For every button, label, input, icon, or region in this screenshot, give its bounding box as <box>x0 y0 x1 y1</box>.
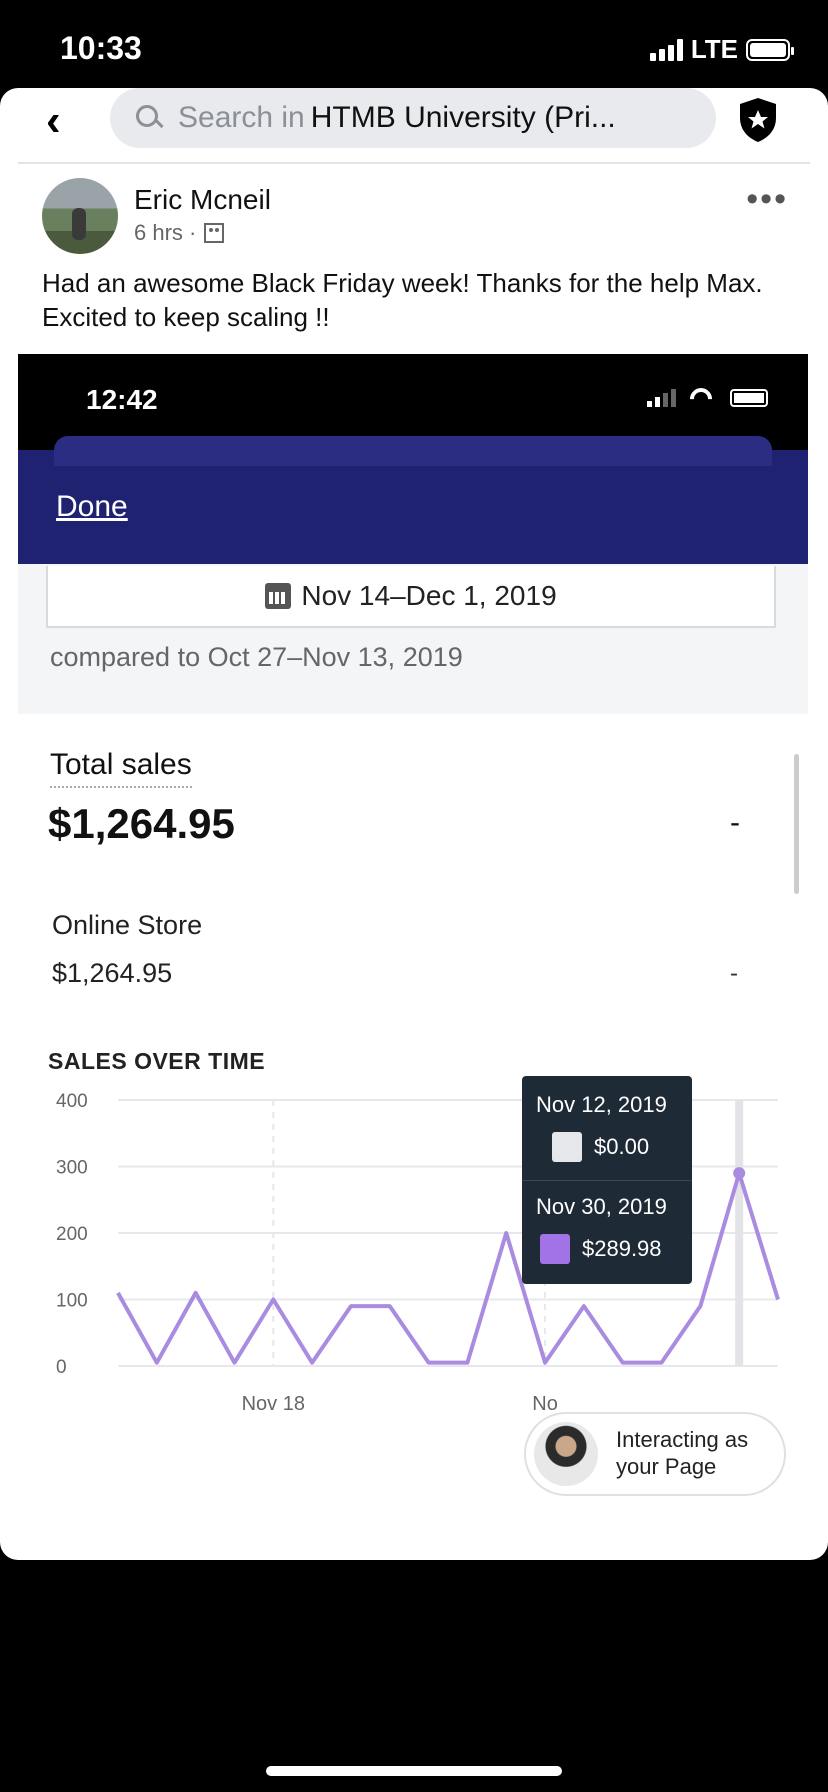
post-meta: 6 hrs · <box>134 220 225 246</box>
interacting-line-2: your Page <box>616 1454 717 1479</box>
tooltip-swatch-1 <box>552 1132 582 1162</box>
sheet-tab <box>54 436 772 466</box>
post-image[interactable]: 12:42 Done Nov 14–Dec 1, 2019 compared t… <box>18 354 808 1560</box>
author-name[interactable]: Eric Mcneil <box>134 184 271 216</box>
status-time: 10:33 <box>60 30 142 66</box>
total-sales-change: - <box>730 806 740 839</box>
date-range-box: Nov 14–Dec 1, 2019 <box>46 566 776 628</box>
facebook-group-app: ‹ Search in HTMB University (Pri... Eric… <box>0 88 828 1560</box>
status-bar: 10:33 LTE <box>0 0 828 90</box>
y-tick-label: 200 <box>56 1224 88 1245</box>
search-query: HTMB University (Pri... <box>310 101 616 134</box>
battery-icon <box>746 38 794 61</box>
date-range: Nov 14–Dec 1, 2019 <box>301 580 557 611</box>
author-avatar[interactable] <box>42 178 118 254</box>
compared-text: compared to Oct 27–Nov 13, 2019 <box>50 642 463 672</box>
sales-over-time-title: SALES OVER TIME <box>48 1048 266 1074</box>
status-icons: LTE <box>649 34 794 65</box>
home-indicator[interactable] <box>266 1766 562 1776</box>
hover-band <box>735 1100 744 1366</box>
x-tick-label: No <box>532 1393 558 1415</box>
post-text: Had an awesome Black Friday week! Thanks… <box>42 268 763 332</box>
y-tick-label: 400 <box>56 1091 88 1112</box>
online-store-change: - <box>730 960 738 987</box>
interacting-text: Interacting as your Page <box>616 1426 748 1480</box>
tooltip-row-1: $0.00 <box>552 1132 649 1162</box>
more-options-icon[interactable]: ••• <box>746 180 788 219</box>
scroll-indicator <box>794 754 799 894</box>
image-nav-header: Done <box>18 436 808 564</box>
admin-shield-icon[interactable] <box>736 96 780 144</box>
top-bar: ‹ Search in HTMB University (Pri... <box>0 88 828 162</box>
divider <box>18 162 810 164</box>
page-avatar <box>534 1422 598 1486</box>
interacting-line-1: Interacting as <box>616 1427 749 1452</box>
calendar-icon <box>265 583 292 609</box>
search-bar[interactable]: Search in HTMB University (Pri... <box>110 88 716 148</box>
post-time[interactable]: 6 hrs · <box>134 220 196 246</box>
wifi-icon <box>690 388 716 408</box>
tooltip-swatch-2 <box>540 1234 570 1264</box>
interacting-as-page-pill[interactable]: Interacting as your Page <box>524 1412 786 1496</box>
y-tick-label: 100 <box>56 1291 88 1312</box>
tooltip-value-1: $0.00 <box>594 1134 650 1159</box>
tooltip-date-1: Nov 12, 2019 <box>536 1092 667 1117</box>
image-status-time: 12:42 <box>86 384 158 415</box>
y-tick-label: 0 <box>56 1357 67 1378</box>
x-tick-label: Nov 18 <box>242 1393 305 1415</box>
y-tick-label: 300 <box>56 1158 88 1179</box>
total-sales-value: $1,264.95 <box>48 800 235 847</box>
image-battery-icon <box>730 389 768 407</box>
data-point <box>733 1167 746 1180</box>
search-prefix: Search in <box>178 101 305 134</box>
tooltip-date-2: Nov 30, 2019 <box>536 1194 667 1219</box>
total-sales-label: Total sales <box>50 748 192 788</box>
group-privacy-icon <box>204 223 225 243</box>
image-status-icons <box>647 388 768 408</box>
tooltip-row-2: $289.98 <box>540 1234 662 1264</box>
tooltip-separator <box>522 1180 692 1181</box>
image-signal-icon <box>647 389 676 407</box>
chart-tooltip: Nov 12, 2019 $0.00 Nov 30, 2019 $289.98 <box>522 1076 692 1284</box>
tooltip-value-2: $289.98 <box>582 1236 662 1261</box>
search-icon <box>134 103 164 133</box>
online-store-label: Online Store <box>52 910 203 940</box>
signal-icon <box>649 38 683 61</box>
network-label: LTE <box>690 34 738 64</box>
done-link: Done <box>56 490 128 523</box>
back-arrow-icon[interactable]: ‹ <box>46 96 61 146</box>
online-store-value: $1,264.95 <box>52 958 173 988</box>
